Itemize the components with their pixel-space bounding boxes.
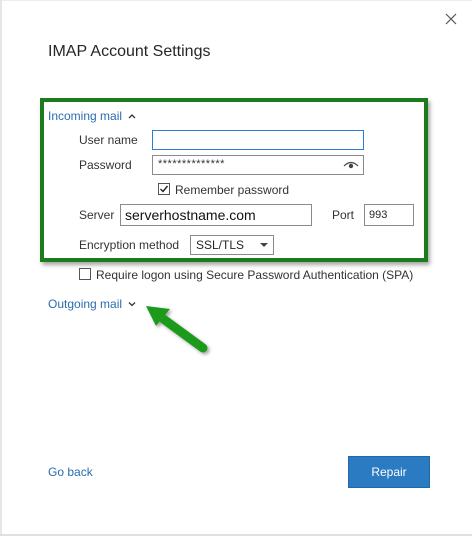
highlight-annotation-box: [40, 98, 428, 262]
close-button[interactable]: [440, 8, 462, 30]
window-left-border: [0, 0, 2, 536]
close-icon: [445, 13, 457, 25]
spa-label: Require logon using Secure Password Auth…: [96, 268, 414, 282]
dialog-title: IMAP Account Settings: [48, 43, 211, 60]
window-top-border: [0, 0, 472, 1]
outgoing-mail-toggle[interactable]: Outgoing mail: [48, 297, 137, 311]
arrow-pointer-icon: [146, 306, 208, 353]
repair-button[interactable]: Repair: [348, 456, 430, 488]
spa-checkbox[interactable]: [79, 268, 91, 280]
go-back-link[interactable]: Go back: [48, 465, 93, 479]
chevron-down-icon: [128, 302, 136, 307]
outgoing-mail-label: Outgoing mail: [48, 297, 123, 311]
